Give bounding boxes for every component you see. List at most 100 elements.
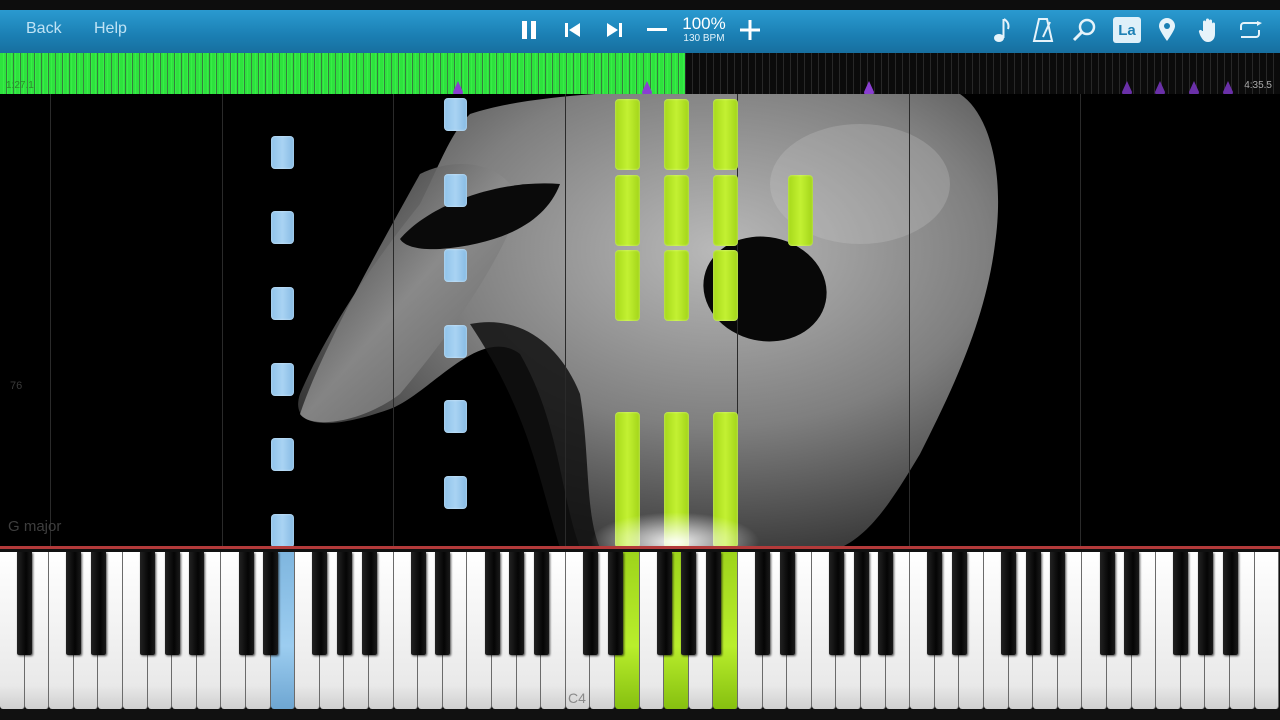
progress-ticks <box>0 53 1280 94</box>
black-key[interactable] <box>509 552 525 655</box>
black-key[interactable] <box>66 552 82 655</box>
black-key[interactable] <box>1222 552 1238 655</box>
black-key[interactable] <box>533 552 549 655</box>
right-hand-note <box>615 250 640 321</box>
black-key[interactable] <box>607 552 623 655</box>
black-key[interactable] <box>755 552 771 655</box>
left-hand-note <box>271 438 294 471</box>
right-hand-note <box>713 250 738 321</box>
hand-icon <box>1198 18 1215 42</box>
black-key[interactable] <box>1197 552 1213 655</box>
toolbar: Back Help 100% 130 BPM La <box>0 0 1280 53</box>
black-key[interactable] <box>1124 552 1140 655</box>
music-note-icon <box>994 18 1010 42</box>
measure-number: 76 <box>10 380 23 392</box>
skip-previous-icon <box>565 23 580 37</box>
black-key[interactable] <box>927 552 943 655</box>
black-key[interactable] <box>263 552 279 655</box>
grid-line <box>393 94 394 548</box>
right-hand-note <box>664 175 689 246</box>
black-key[interactable] <box>361 552 377 655</box>
location-pin-icon <box>1159 18 1175 41</box>
black-key[interactable] <box>410 552 426 655</box>
black-key[interactable] <box>853 552 869 655</box>
black-key[interactable] <box>435 552 451 655</box>
music-note-button[interactable] <box>985 15 1019 45</box>
left-hand-note <box>444 249 467 282</box>
black-key[interactable] <box>164 552 180 655</box>
black-key[interactable] <box>312 552 328 655</box>
metronome-icon <box>1032 18 1054 42</box>
previous-button[interactable] <box>556 15 590 45</box>
black-key[interactable] <box>1099 552 1115 655</box>
key-signature-label: G major <box>8 518 62 535</box>
left-hand-note <box>271 211 294 244</box>
black-key[interactable] <box>484 552 500 655</box>
note-waterfall: 76 G major <box>0 94 1280 548</box>
pause-button[interactable] <box>512 15 546 45</box>
next-button[interactable] <box>597 15 631 45</box>
black-key[interactable] <box>828 552 844 655</box>
black-key[interactable] <box>1001 552 1017 655</box>
hand-button[interactable] <box>1192 15 1226 45</box>
black-key[interactable] <box>878 552 894 655</box>
search-button[interactable] <box>1068 15 1102 45</box>
left-hand-note <box>271 136 294 169</box>
search-icon <box>1072 18 1096 42</box>
black-key[interactable] <box>1173 552 1189 655</box>
black-key[interactable] <box>1050 552 1066 655</box>
black-key[interactable] <box>582 552 598 655</box>
black-key[interactable] <box>17 552 33 655</box>
right-hand-note <box>788 175 813 246</box>
loop-button[interactable] <box>1233 15 1267 45</box>
piano-keyboard[interactable]: C4 <box>0 546 1280 720</box>
left-hand-note <box>271 287 294 320</box>
left-hand-note <box>444 400 467 433</box>
help-button[interactable]: Help <box>94 20 127 38</box>
left-hand-note <box>444 98 467 131</box>
black-key[interactable] <box>336 552 352 655</box>
black-key[interactable] <box>951 552 967 655</box>
white-key[interactable] <box>1254 552 1280 709</box>
song-progress-bar[interactable]: 1:27.1 4:35.5 <box>0 53 1280 97</box>
left-hand-note <box>271 363 294 396</box>
speed-display[interactable]: 100% 130 BPM <box>672 15 736 45</box>
speed-down-button[interactable] <box>640 15 674 45</box>
black-key[interactable] <box>681 552 697 655</box>
note-label-icon: La <box>1113 17 1141 43</box>
grid-line <box>222 94 223 548</box>
black-key[interactable] <box>189 552 205 655</box>
location-pin-button[interactable] <box>1150 15 1184 45</box>
black-key[interactable] <box>238 552 254 655</box>
right-hand-note <box>615 99 640 170</box>
grid-line <box>1080 94 1081 548</box>
back-button[interactable]: Back <box>26 20 62 38</box>
metronome-button[interactable] <box>1026 15 1060 45</box>
time-total: 4:35.5 <box>1244 80 1272 91</box>
left-hand-note <box>444 174 467 207</box>
speed-value: 100% <box>682 14 726 33</box>
background-mask-image <box>298 94 999 548</box>
skip-next-icon <box>607 23 622 37</box>
note-label-text: La <box>1118 21 1136 39</box>
right-hand-note <box>713 99 738 170</box>
loop-icon <box>1240 21 1262 38</box>
black-key[interactable] <box>705 552 721 655</box>
minus-icon <box>647 28 667 31</box>
time-elapsed: 1:27.1 <box>6 80 34 91</box>
right-hand-note <box>615 175 640 246</box>
black-key[interactable] <box>1025 552 1041 655</box>
grid-line <box>565 94 566 548</box>
pause-icon <box>522 21 536 39</box>
right-hand-note <box>664 250 689 321</box>
black-key[interactable] <box>656 552 672 655</box>
c4-key-label: C4 <box>568 690 586 706</box>
black-key[interactable] <box>140 552 156 655</box>
speed-up-button[interactable] <box>733 15 767 45</box>
bpm-value: 130 BPM <box>683 33 725 44</box>
note-label-button[interactable]: La <box>1110 15 1144 45</box>
right-hand-note <box>713 175 738 246</box>
black-key[interactable] <box>779 552 795 655</box>
grid-line <box>50 94 51 548</box>
black-key[interactable] <box>90 552 106 655</box>
